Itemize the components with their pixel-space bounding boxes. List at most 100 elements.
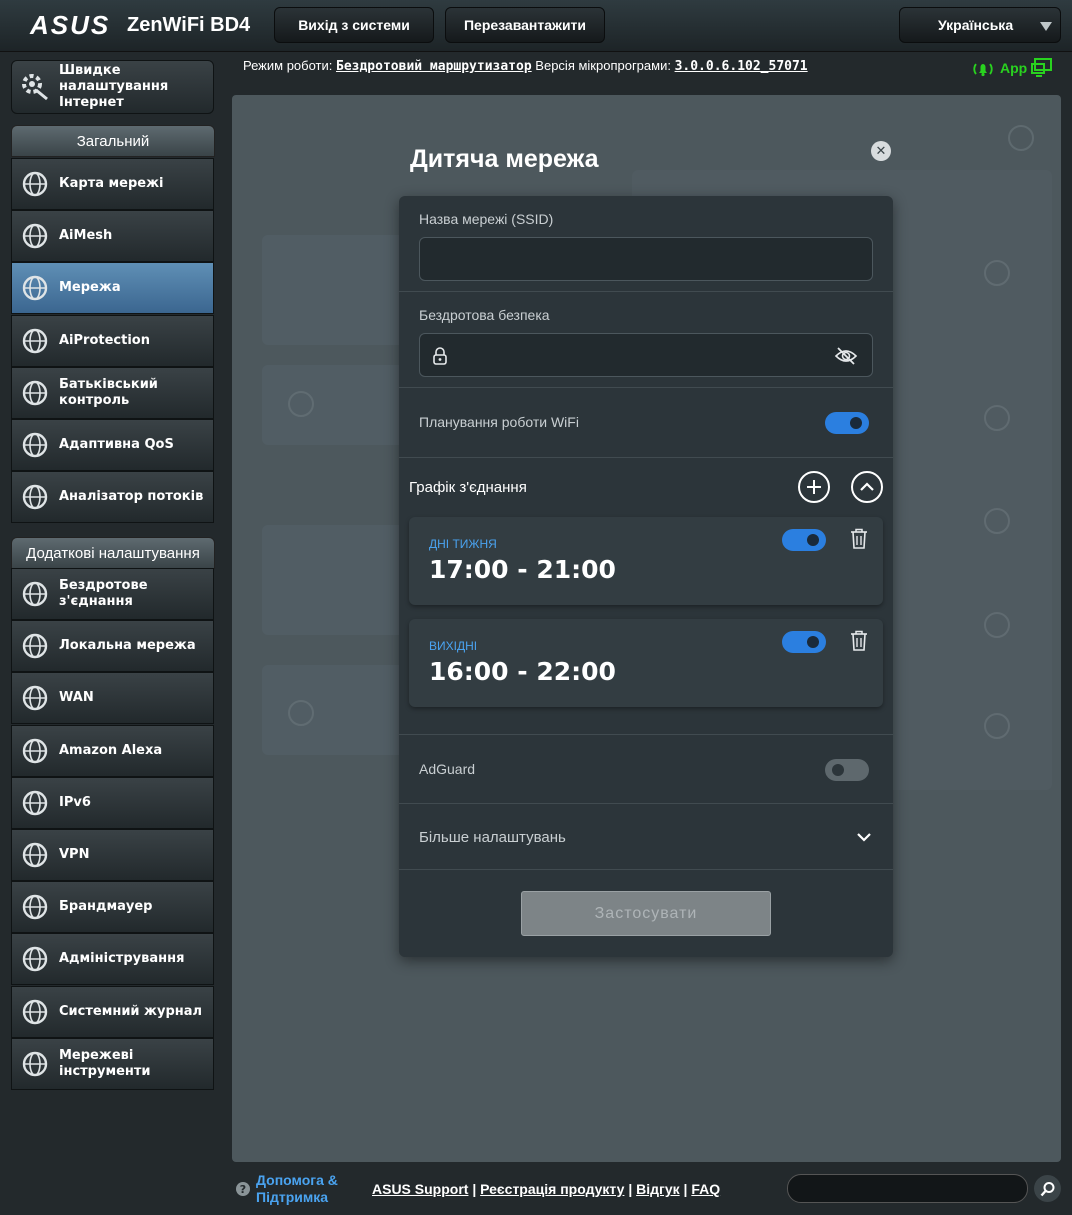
logout-button[interactable]: Вихід з системи	[274, 7, 434, 43]
admin-gear-icon	[18, 942, 52, 976]
background-icon	[984, 260, 1010, 286]
app-status[interactable]: App	[970, 58, 1053, 78]
background-icon	[1008, 125, 1034, 151]
apply-button[interactable]: Застосувати	[521, 891, 771, 936]
sidebar-item[interactable]: Карта мережі	[11, 158, 214, 210]
feedback-link[interactable]: Відгук	[636, 1181, 680, 1197]
sidebar-item[interactable]: WAN	[11, 672, 214, 725]
schedule-time: 16:00 - 22:00	[429, 657, 616, 686]
more-settings-label[interactable]: Більше налаштувань	[419, 829, 566, 846]
sidebar-item[interactable]: Локальна мережа	[11, 620, 214, 673]
sidebar-item[interactable]: Мережа	[11, 262, 214, 315]
ssid-input[interactable]	[419, 237, 873, 281]
background-icon	[288, 391, 314, 417]
sidebar-item[interactable]: Адаптивна QoS	[11, 419, 214, 471]
globe-map-icon	[18, 167, 52, 201]
sidebar-item-label: Локальна мережа	[59, 638, 196, 654]
schedule-toggle[interactable]	[782, 631, 826, 653]
sidebar-item[interactable]: AiProtection	[11, 314, 214, 367]
add-schedule-button[interactable]	[798, 471, 830, 503]
wan-globe-icon	[18, 681, 52, 715]
sidebar-item[interactable]: Аналізатор потоків	[11, 471, 214, 524]
waveform-icon	[18, 480, 52, 514]
help-icon: ?	[236, 1182, 250, 1196]
sidebar-item[interactable]: Бездротове з'єднання	[11, 568, 214, 620]
security-label: Бездротова безпека	[419, 307, 550, 323]
schedule-time: 17:00 - 21:00	[429, 555, 616, 584]
trash-icon[interactable]	[850, 630, 868, 652]
sidebar-item-label: Адміністрування	[59, 951, 185, 967]
eye-off-icon[interactable]	[834, 346, 858, 366]
alexa-icon	[18, 734, 52, 768]
shield-lock-icon	[18, 324, 52, 358]
close-icon[interactable]: ✕	[871, 141, 891, 161]
firewall-icon	[18, 890, 52, 924]
sidebar-item[interactable]: Системний журнал	[11, 985, 214, 1038]
sidebar-item[interactable]: Amazon Alexa	[11, 724, 214, 777]
adguard-toggle[interactable]	[825, 759, 869, 781]
asus-support-link[interactable]: ASUS Support	[372, 1181, 468, 1197]
sidebar-item[interactable]: Мережеві інструменти	[11, 1037, 214, 1090]
divider	[399, 457, 893, 458]
schedule-toggle[interactable]	[782, 529, 826, 551]
chevron-down-icon[interactable]	[856, 831, 872, 843]
language-select[interactable]: Українська	[899, 7, 1061, 43]
general-section-header: Загальний	[11, 125, 215, 157]
sidebar-item-label: IPv6	[59, 794, 91, 810]
divider	[399, 869, 893, 870]
sidebar-item[interactable]: Батьківський контроль	[11, 366, 214, 419]
sidebar-item[interactable]: IPv6	[11, 776, 214, 829]
wireless-icon	[18, 577, 52, 611]
trash-icon[interactable]	[850, 528, 868, 550]
background-icon	[984, 713, 1010, 739]
security-input[interactable]	[419, 333, 873, 377]
search-icon	[1040, 1181, 1054, 1196]
chevron-down-icon	[1040, 22, 1052, 31]
guest-network-dialog: Назва мережі (SSID) Бездротова безпека П…	[399, 196, 893, 957]
quick-setup-button[interactable]: Швидке налаштування Інтернет	[11, 60, 214, 114]
monitor-icon	[1031, 58, 1053, 77]
divider	[399, 387, 893, 388]
log-icon	[18, 995, 52, 1029]
sidebar-item[interactable]: VPN	[11, 829, 214, 881]
firmware-label: Версія мікропрограми:	[535, 58, 671, 73]
ssid-label: Назва мережі (SSID)	[419, 211, 554, 227]
language-value: Українська	[938, 17, 1014, 33]
sidebar-item[interactable]: Адміністрування	[11, 933, 214, 986]
lan-icon	[18, 629, 52, 663]
status-info: Режим роботи: Бездротовий маршрутизатор …	[243, 58, 808, 74]
schedule-day: ДНІ ТИЖНЯ	[429, 537, 497, 551]
sidebar-item-label: Мережа	[59, 280, 121, 296]
network-globe-icon	[18, 271, 52, 305]
register-product-link[interactable]: Реєстрація продукту	[480, 1181, 624, 1197]
wifi-schedule-toggle[interactable]	[825, 412, 869, 434]
search-button[interactable]	[1034, 1175, 1061, 1202]
help-support[interactable]: ? Допомога & Підтримка	[236, 1172, 338, 1206]
divider	[399, 291, 893, 292]
plus-icon	[807, 480, 821, 494]
divider	[399, 734, 893, 735]
mode-link[interactable]: Бездротовий маршрутизатор	[336, 59, 532, 74]
sidebar-item-label: Бездротове з'єднання	[59, 578, 148, 609]
bell-signal-icon	[973, 63, 993, 77]
asus-logo: ASUS	[30, 10, 111, 40]
collapse-schedule-button[interactable]	[851, 471, 883, 503]
sidebar-item[interactable]: Брандмауер	[11, 881, 214, 934]
faq-link[interactable]: FAQ	[691, 1181, 720, 1197]
sidebar-item-label: Батьківський контроль	[59, 376, 158, 408]
reboot-button[interactable]: Перезавантажити	[445, 7, 605, 43]
schedule-card[interactable]: ВИХІДНІ 16:00 - 22:00	[409, 619, 883, 707]
sidebar-item[interactable]: AiMesh	[11, 210, 214, 263]
sidebar-item-label: AiProtection	[59, 332, 150, 348]
sidebar-item-label: Мережеві інструменти	[59, 1047, 151, 1079]
quick-setup-icon	[18, 70, 52, 104]
modal-title: Дитяча мережа	[410, 145, 599, 173]
advanced-section-header: Додаткові налаштування	[11, 537, 215, 569]
divider	[399, 803, 893, 804]
mode-label: Режим роботи:	[243, 58, 333, 73]
firmware-link[interactable]: 3.0.0.6.102_57071	[675, 59, 808, 74]
search-input[interactable]	[787, 1174, 1028, 1203]
schedule-card[interactable]: ДНІ ТИЖНЯ 17:00 - 21:00	[409, 517, 883, 605]
chevron-up-icon	[860, 482, 874, 491]
sidebar-item-label: Amazon Alexa	[59, 742, 163, 758]
